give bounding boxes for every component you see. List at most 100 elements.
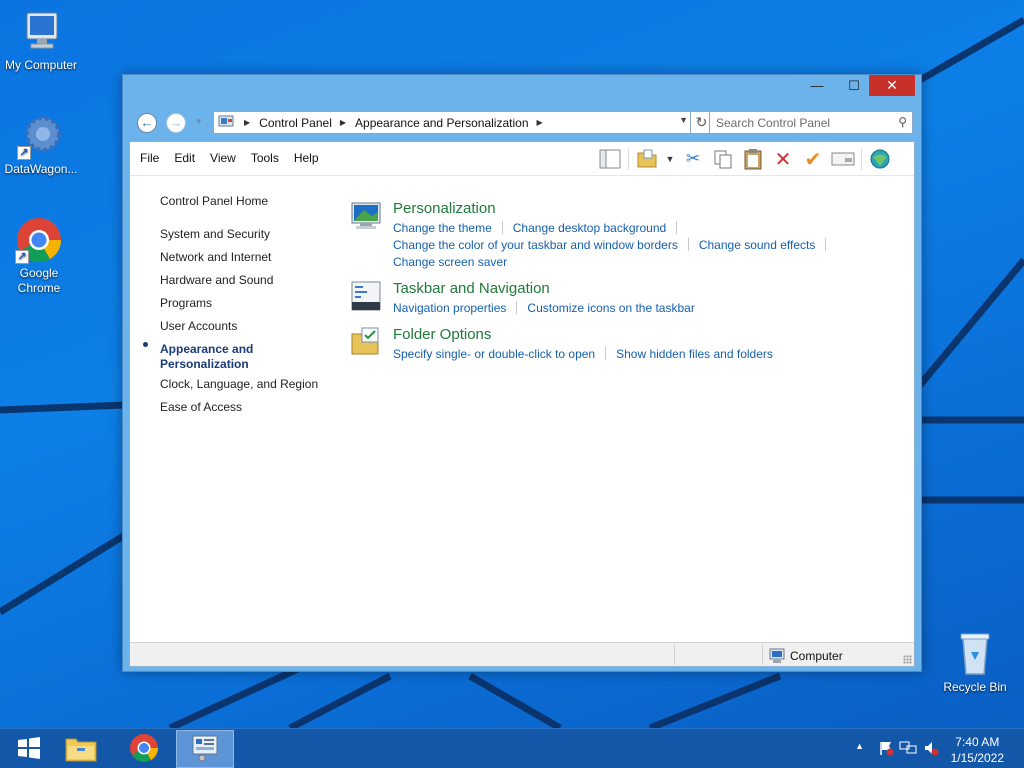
recycle-bin-icon bbox=[951, 630, 999, 678]
desktop-icon-google-chrome[interactable]: ↗ Google Chrome bbox=[0, 216, 80, 296]
control-panel-small-icon bbox=[218, 115, 236, 130]
desktop-icon-label: Google Chrome bbox=[17, 266, 61, 295]
navigation-bar: ← → ▼ ▶ Control Panel ▶ Appearance and P… bbox=[129, 111, 915, 135]
maximize-button[interactable]: ☐ bbox=[840, 75, 868, 96]
address-bar[interactable]: ▶ Control Panel ▶ Appearance and Persona… bbox=[213, 111, 691, 134]
menu-edit[interactable]: Edit bbox=[174, 151, 195, 165]
desktop-icon-datawagon[interactable]: ↗ DataWagon... bbox=[0, 112, 82, 177]
toolbar: ▼ ✂ ✕ ✔ bbox=[595, 146, 895, 172]
breadcrumb: ▶ Control Panel ▶ Appearance and Persona… bbox=[218, 115, 552, 130]
category-links: Change the theme Change desktop backgroun… bbox=[393, 220, 836, 271]
chrome-icon: ↗ bbox=[15, 216, 63, 264]
layout-icon[interactable] bbox=[595, 146, 625, 172]
taskbar-file-explorer[interactable] bbox=[52, 730, 110, 768]
link-change-desktop-background[interactable]: Change desktop background bbox=[513, 220, 666, 237]
sidebar-item-system-security[interactable]: System and Security bbox=[160, 227, 270, 241]
menu-view[interactable]: View bbox=[210, 151, 236, 165]
desktop-icon-my-computer[interactable]: My Computer bbox=[0, 8, 82, 73]
clock[interactable]: 7:40 AM 1/15/2022 bbox=[951, 734, 1004, 766]
delete-icon[interactable]: ✕ bbox=[768, 146, 798, 172]
globe-icon[interactable] bbox=[865, 146, 895, 172]
checkmark-icon[interactable]: ✔ bbox=[798, 146, 828, 172]
shortcut-arrow-icon: ↗ bbox=[17, 146, 31, 160]
back-button[interactable]: ← bbox=[137, 113, 157, 133]
desktop-icon-recycle-bin[interactable]: Recycle Bin bbox=[934, 630, 1016, 695]
start-button[interactable] bbox=[0, 730, 58, 768]
link-change-screen-saver[interactable]: Change screen saver bbox=[393, 254, 507, 271]
search-box[interactable]: ⚲ bbox=[709, 111, 913, 134]
link-show-hidden-files[interactable]: Show hidden files and folders bbox=[616, 346, 773, 363]
sidebar-item-hardware-sound[interactable]: Hardware and Sound bbox=[160, 273, 273, 287]
copy-icon[interactable] bbox=[708, 146, 738, 172]
breadcrumb-separator-icon[interactable]: ▶ bbox=[537, 118, 543, 127]
paste-icon[interactable] bbox=[738, 146, 768, 172]
taskbar-chrome[interactable] bbox=[115, 730, 173, 768]
sidebar-item-programs[interactable]: Programs bbox=[160, 296, 212, 310]
link-navigation-properties[interactable]: Navigation properties bbox=[393, 300, 506, 317]
desktop-icon-label: My Computer bbox=[4, 58, 78, 72]
category-links: Specify single- or double-click to open S… bbox=[393, 346, 773, 363]
desktop-icon-label: Recycle Bin bbox=[943, 680, 1007, 694]
category-title[interactable]: Personalization bbox=[393, 200, 496, 217]
search-icon[interactable]: ⚲ bbox=[898, 115, 907, 129]
link-separator bbox=[516, 301, 518, 314]
sidebar-item-clock-language-region[interactable]: Clock, Language, and Region bbox=[160, 377, 318, 391]
menu-help[interactable]: Help bbox=[294, 151, 319, 165]
sidebar-item-user-accounts[interactable]: User Accounts bbox=[160, 319, 237, 333]
cut-icon[interactable]: ✂ bbox=[678, 146, 708, 172]
shortcut-arrow-icon: ↗ bbox=[15, 250, 29, 264]
breadcrumb-appearance[interactable]: Appearance and Personalization bbox=[355, 116, 528, 130]
address-dropdown-icon[interactable]: ▼ bbox=[679, 115, 688, 125]
minimize-button[interactable]: — bbox=[803, 75, 831, 96]
link-separator bbox=[605, 347, 607, 360]
action-center-flag-icon[interactable] bbox=[878, 740, 894, 759]
link-separator bbox=[501, 221, 503, 234]
link-change-theme[interactable]: Change the theme bbox=[393, 220, 492, 237]
forward-button[interactable]: → bbox=[166, 113, 186, 133]
taskbar-control-panel[interactable] bbox=[176, 730, 234, 768]
computer-icon bbox=[17, 8, 65, 56]
clock-date: 1/15/2022 bbox=[950, 751, 1004, 765]
link-customize-taskbar-icons[interactable]: Customize icons on the taskbar bbox=[527, 300, 694, 317]
sidebar-item-ease-of-access[interactable]: Ease of Access bbox=[160, 400, 242, 414]
menu-bar: File Edit View Tools Help ▼ ✂ ✕ ✔ bbox=[130, 142, 914, 176]
resize-grip[interactable] bbox=[903, 655, 912, 664]
network-icon[interactable] bbox=[899, 740, 917, 759]
taskbar-icon bbox=[350, 280, 382, 312]
link-separator bbox=[825, 238, 827, 251]
search-input[interactable] bbox=[716, 113, 892, 133]
folder-options-icon bbox=[350, 326, 382, 358]
link-change-taskbar-color[interactable]: Change the color of your taskbar and win… bbox=[393, 237, 678, 254]
link-single-double-click[interactable]: Specify single- or double-click to open bbox=[393, 346, 595, 363]
breadcrumb-control-panel[interactable]: Control Panel bbox=[259, 116, 332, 130]
menu-file[interactable]: File bbox=[140, 151, 159, 165]
gear-icon: ↗ bbox=[17, 112, 65, 160]
recent-pages-button[interactable]: ▼ bbox=[195, 117, 203, 126]
link-separator bbox=[687, 238, 689, 251]
status-location-label: Computer bbox=[790, 649, 843, 663]
close-button[interactable]: ✕ bbox=[869, 75, 915, 96]
title-bar[interactable]: — ☐ ✕ bbox=[123, 75, 921, 101]
personalization-icon bbox=[350, 200, 382, 232]
link-separator bbox=[676, 221, 678, 234]
folder-icon[interactable] bbox=[632, 146, 662, 172]
dropdown-arrow-icon[interactable]: ▼ bbox=[662, 146, 678, 172]
menu-tools[interactable]: Tools bbox=[251, 151, 279, 165]
sidebar-control-panel-home[interactable]: Control Panel Home bbox=[160, 194, 268, 208]
computer-icon bbox=[768, 648, 790, 664]
show-hidden-icons-button[interactable]: ▲ bbox=[855, 741, 864, 751]
category-title[interactable]: Taskbar and Navigation bbox=[393, 280, 550, 297]
category-title[interactable]: Folder Options bbox=[393, 326, 491, 343]
properties-icon[interactable] bbox=[828, 146, 858, 172]
desktop-icon-label: DataWagon... bbox=[4, 162, 78, 176]
sidebar-item-network-internet[interactable]: Network and Internet bbox=[160, 250, 271, 264]
control-panel-icon bbox=[190, 734, 220, 765]
current-item-bullet bbox=[143, 342, 148, 347]
start-icon bbox=[16, 735, 42, 764]
volume-muted-icon[interactable] bbox=[923, 740, 939, 759]
toolbar-separator bbox=[861, 148, 862, 170]
breadcrumb-separator-icon[interactable]: ▶ bbox=[340, 118, 346, 127]
clock-time: 7:40 AM bbox=[955, 735, 1000, 749]
status-bar: Computer bbox=[130, 642, 914, 666]
link-change-sound-effects[interactable]: Change sound effects bbox=[699, 237, 816, 254]
